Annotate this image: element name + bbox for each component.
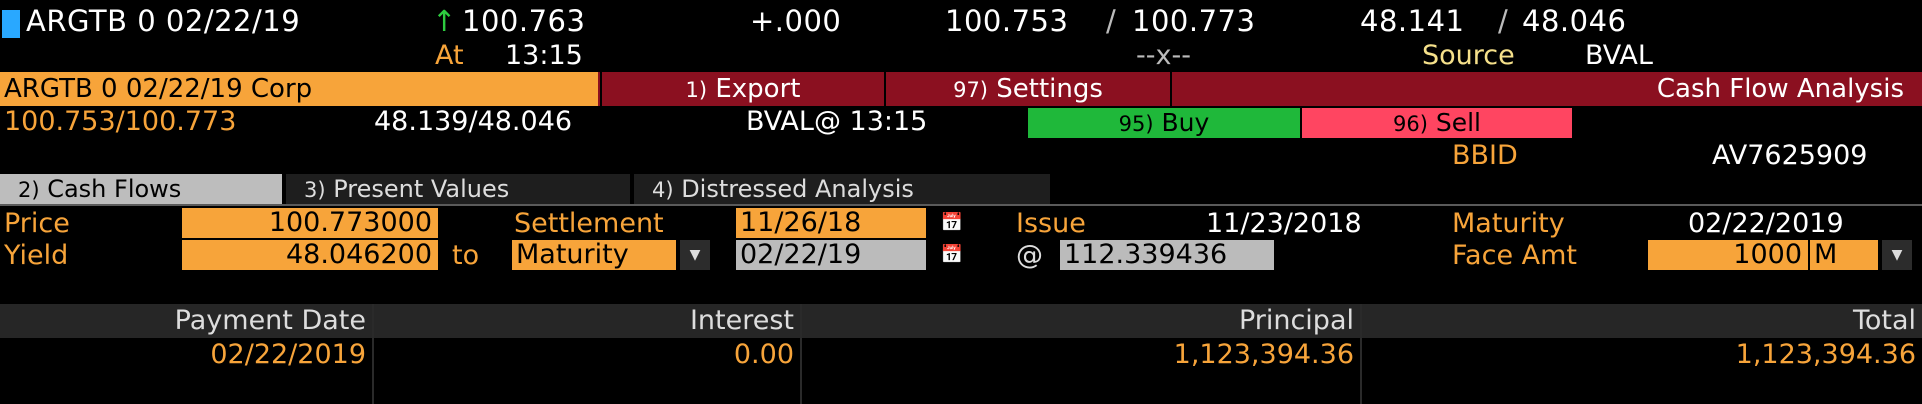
workout-date-input[interactable]: 02/22/19	[736, 240, 926, 270]
settings-button[interactable]: 97) Settings	[884, 72, 1170, 106]
export-label: Export	[715, 74, 801, 104]
calendar-icon: 📅	[940, 244, 964, 265]
settings-label: Settings	[996, 74, 1103, 104]
payment-date-cell: 02/22/2019	[210, 339, 366, 370]
buy-number: 95)	[1118, 112, 1154, 136]
at-symbol: @	[1016, 240, 1043, 271]
tab-present-values[interactable]: 3) Present Values	[286, 174, 630, 204]
buy-button[interactable]: 95) Buy	[1028, 108, 1300, 138]
column-header-total[interactable]: Total	[1362, 304, 1922, 338]
yield-separator: /	[1498, 4, 1509, 38]
at-label: At	[435, 40, 464, 71]
quote-time: 13:15	[505, 40, 583, 71]
tab-number: 3)	[304, 178, 326, 202]
tab-distressed-analysis[interactable]: 4) Distressed Analysis	[634, 174, 1050, 204]
sell-number: 96)	[1392, 112, 1428, 136]
source-label: Source	[1422, 40, 1515, 71]
issue-date: 11/23/2018	[1206, 208, 1362, 239]
buy-label: Buy	[1161, 108, 1210, 137]
face-amount-label: Face Amt	[1452, 240, 1577, 271]
sell-button[interactable]: 96) Sell	[1302, 108, 1572, 138]
settlement-label: Settlement	[514, 208, 664, 239]
change-dashes: --x--	[1136, 40, 1191, 71]
issue-label: Issue	[1016, 208, 1086, 239]
settings-number: 97)	[953, 78, 988, 102]
chevron-down-icon[interactable]: ▼	[1882, 240, 1912, 270]
price-label: Price	[4, 208, 70, 239]
tab-number: 2)	[18, 178, 40, 202]
settlement-date-input[interactable]: 11/26/18	[736, 208, 926, 238]
price-pair: 100.753/100.773	[4, 106, 237, 137]
chevron-down-icon[interactable]: ▼	[680, 240, 710, 270]
tab-label: Present Values	[333, 175, 510, 203]
workout-price-input[interactable]: 112.339436	[1060, 240, 1274, 270]
maturity-date: 02/22/2019	[1688, 208, 1844, 239]
security-name[interactable]: ARGTB 0 02/22/19 Corp	[0, 72, 598, 106]
face-unit-select[interactable]: M	[1810, 240, 1878, 270]
calendar-icon[interactable]: 📅	[932, 208, 972, 238]
export-number: 1)	[685, 78, 708, 102]
function-title-cell: Cash Flow Analysis	[1170, 72, 1922, 106]
sell-label: Sell	[1435, 108, 1482, 137]
tab-number: 4)	[652, 178, 674, 202]
export-button[interactable]: 1) Export	[600, 72, 884, 106]
tab-label: Distressed Analysis	[681, 175, 914, 203]
yield-input[interactable]: 48.046200	[182, 240, 438, 270]
total-cell: 1,123,394.36	[1735, 339, 1916, 370]
yield-label: Yield	[4, 240, 69, 271]
interest-cell: 0.00	[733, 339, 794, 370]
maturity-label: Maturity	[1452, 208, 1565, 239]
up-arrow-icon: ↑	[432, 4, 457, 38]
last-price: 100.763	[462, 4, 586, 38]
bbid-value: AV7625909	[1712, 140, 1868, 171]
security-marker	[2, 10, 20, 38]
bid-ask-separator: /	[1106, 4, 1117, 38]
column-header-interest[interactable]: Interest	[374, 304, 800, 338]
column-header-payment-date[interactable]: Payment Date	[0, 304, 372, 338]
yield-pair: 48.139/48.046	[374, 106, 573, 137]
bid-price: 100.753	[945, 4, 1069, 38]
source-value: BVAL	[1585, 40, 1653, 71]
tab-label: Cash Flows	[47, 175, 182, 203]
tab-cash-flows[interactable]: 2) Cash Flows	[0, 174, 282, 204]
to-label: to	[452, 240, 480, 271]
bid-yield: 48.141	[1360, 4, 1465, 38]
principal-cell: 1,123,394.36	[1173, 339, 1354, 370]
ask-yield: 48.046	[1522, 4, 1627, 38]
function-title: Cash Flow Analysis	[1656, 74, 1904, 104]
face-amount-input[interactable]: 1000	[1648, 240, 1808, 270]
to-maturity-select[interactable]: Maturity	[512, 240, 676, 270]
ask-price: 100.773	[1132, 4, 1256, 38]
source-time: BVAL@ 13:15	[746, 106, 928, 137]
column-header-principal[interactable]: Principal	[802, 304, 1360, 338]
net-change: +.000	[750, 4, 842, 38]
price-input[interactable]: 100.773000	[182, 208, 438, 238]
tab-divider	[0, 204, 1922, 206]
bbid-label: BBID	[1452, 140, 1518, 171]
ticker: ARGTB 0 02/22/19	[26, 4, 301, 38]
